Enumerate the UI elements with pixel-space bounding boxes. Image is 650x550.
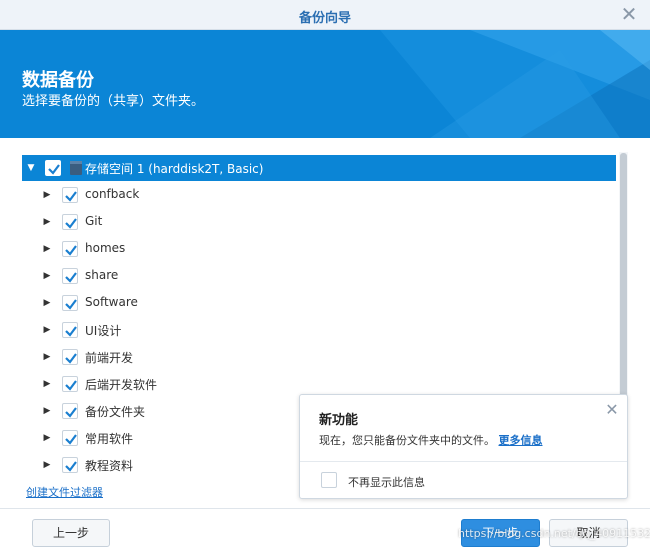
banner-heading: 数据备份 xyxy=(22,70,94,91)
check-icon xyxy=(65,461,77,472)
check-icon xyxy=(65,353,77,364)
expand-right-icon[interactable]: ▶ xyxy=(42,324,52,336)
tree-item-frontend[interactable]: ▶ 前端开发 xyxy=(22,344,616,370)
item-checkbox[interactable] xyxy=(62,457,78,473)
prev-button[interactable]: 上一步 xyxy=(32,519,110,547)
expand-right-icon[interactable]: ▶ xyxy=(42,405,52,417)
tree-item-label: homes xyxy=(85,241,126,255)
tree-item-label: confback xyxy=(85,187,140,201)
tree-item-label: UI设计 xyxy=(85,324,122,338)
footer-divider xyxy=(0,508,650,509)
item-checkbox[interactable] xyxy=(62,430,78,446)
item-checkbox[interactable] xyxy=(62,349,78,365)
tree-item-label: share xyxy=(85,268,119,282)
item-checkbox[interactable] xyxy=(62,241,78,257)
item-checkbox[interactable] xyxy=(62,376,78,392)
tree-item-label: Software xyxy=(85,295,138,309)
tree-item-label: 前端开发 xyxy=(85,351,134,365)
tree-item-share[interactable]: ▶ share xyxy=(22,263,616,289)
tree-item-label: 备份文件夹 xyxy=(85,405,146,419)
check-icon xyxy=(65,407,77,418)
check-icon xyxy=(65,218,77,229)
popup-close-icon[interactable]: ✕ xyxy=(605,400,619,419)
create-filter-link[interactable]: 创建文件过滤器 xyxy=(26,484,103,500)
tree-item-software[interactable]: ▶ Software xyxy=(22,290,616,316)
expand-right-icon[interactable]: ▶ xyxy=(42,378,52,390)
expand-right-icon[interactable]: ▶ xyxy=(42,270,52,282)
title-bar: 备份向导 ✕ xyxy=(0,0,650,30)
tree-root-row[interactable]: ▼ 存储空间 1 (harddisk2T, Basic) xyxy=(22,155,616,181)
new-feature-popup: 新功能 ✕ 现在，您只能备份文件夹中的文件。 更多信息 不再显示此信息 xyxy=(299,394,628,499)
tree-item-label: 常用软件 xyxy=(85,432,134,446)
expand-right-icon[interactable]: ▶ xyxy=(42,189,52,201)
item-checkbox[interactable] xyxy=(62,214,78,230)
tree-item-label: 后端开发软件 xyxy=(85,378,158,392)
expand-right-icon[interactable]: ▶ xyxy=(42,243,52,255)
expand-right-icon[interactable]: ▶ xyxy=(42,432,52,444)
popup-message-text: 现在，您只能备份文件夹中的文件。 xyxy=(319,434,495,447)
more-info-link[interactable]: 更多信息 xyxy=(499,434,543,447)
popup-title: 新功能 xyxy=(319,413,359,428)
expand-right-icon[interactable]: ▶ xyxy=(42,297,52,309)
root-checkbox[interactable] xyxy=(45,160,61,176)
watermark: https://blog.csdn.net/qq_40911532 xyxy=(458,527,650,540)
expand-right-icon[interactable]: ▶ xyxy=(42,216,52,228)
check-icon xyxy=(65,299,77,310)
check-icon xyxy=(65,191,77,202)
expand-right-icon[interactable]: ▶ xyxy=(42,459,52,471)
tree-item-confback[interactable]: ▶ confback xyxy=(22,182,616,208)
banner-decoration xyxy=(380,30,650,138)
check-icon xyxy=(65,326,77,337)
check-icon xyxy=(65,272,77,283)
item-checkbox[interactable] xyxy=(62,322,78,338)
tree-item-git[interactable]: ▶ Git xyxy=(22,209,616,235)
check-icon xyxy=(65,380,77,391)
popup-divider xyxy=(300,461,627,462)
tree-item-ui-design[interactable]: ▶ UI设计 xyxy=(22,317,616,343)
dont-show-label: 不再显示此信息 xyxy=(348,476,425,489)
banner-subheading: 选择要备份的（共享）文件夹。 xyxy=(22,94,205,109)
expand-down-icon[interactable]: ▼ xyxy=(26,162,36,174)
tree-item-label: Git xyxy=(85,214,103,228)
tree-root-label: 存储空间 1 (harddisk2T, Basic) xyxy=(85,162,264,176)
item-checkbox[interactable] xyxy=(62,268,78,284)
disk-icon xyxy=(70,161,82,175)
item-checkbox[interactable] xyxy=(62,403,78,419)
tree-scrollbar-thumb[interactable] xyxy=(620,153,627,398)
item-checkbox[interactable] xyxy=(62,187,78,203)
check-icon xyxy=(48,164,60,175)
expand-right-icon[interactable]: ▶ xyxy=(42,351,52,363)
tree-item-label: 教程资料 xyxy=(85,459,134,473)
check-icon xyxy=(65,434,77,445)
item-checkbox[interactable] xyxy=(62,295,78,311)
popup-message: 现在，您只能备份文件夹中的文件。 更多信息 xyxy=(319,432,543,448)
close-icon[interactable]: ✕ xyxy=(618,3,640,25)
dont-show-checkbox[interactable] xyxy=(321,472,337,488)
check-icon xyxy=(65,245,77,256)
wizard-banner: 数据备份 选择要备份的（共享）文件夹。 xyxy=(0,30,650,138)
window-title: 备份向导 xyxy=(298,11,351,26)
tree-item-homes[interactable]: ▶ homes xyxy=(22,236,616,262)
